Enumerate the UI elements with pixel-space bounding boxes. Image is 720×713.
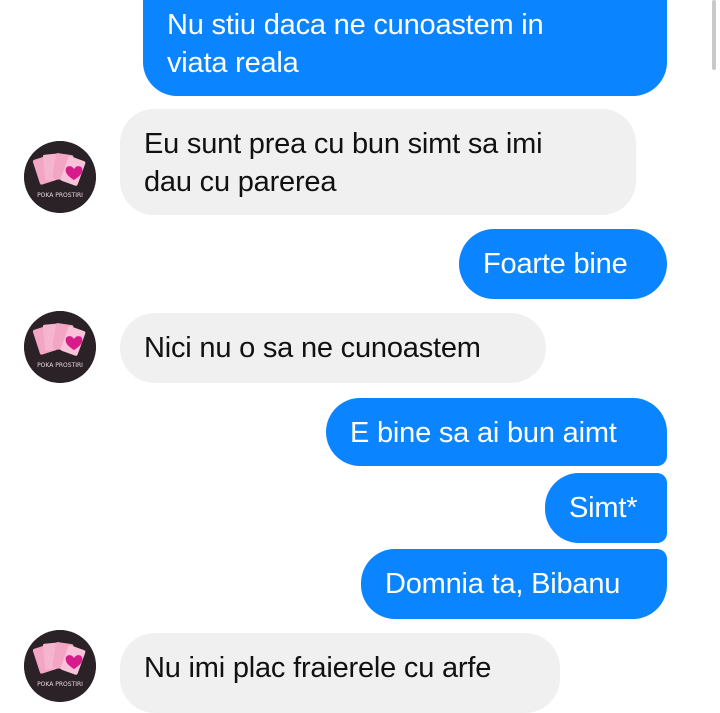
sent-message-bubble[interactable]: Nu stiu daca ne cunoastem in viata reala bbox=[143, 0, 667, 96]
avatar-caption: POKA PROSTIRI bbox=[37, 681, 83, 688]
playing-cards-heart-icon: POKA PROSTIRI bbox=[24, 630, 96, 702]
contact-avatar[interactable]: POKA PROSTIRI bbox=[24, 630, 96, 702]
playing-cards-heart-icon: POKA PROSTIRI bbox=[24, 311, 96, 383]
received-message-bubble[interactable]: Nici nu o sa ne cunoastem bbox=[120, 313, 546, 383]
contact-avatar[interactable]: POKA PROSTIRI bbox=[24, 311, 96, 383]
sent-message-bubble[interactable]: Domnia ta, Bibanu bbox=[361, 549, 667, 619]
playing-cards-heart-icon: POKA PROSTIRI bbox=[24, 141, 96, 213]
contact-avatar[interactable]: POKA PROSTIRI bbox=[24, 141, 96, 213]
message-thread[interactable]: Nu stiu daca ne cunoastem in viata reala… bbox=[0, 0, 720, 713]
sent-message-bubble[interactable]: Foarte bine bbox=[459, 229, 667, 299]
scrollbar[interactable] bbox=[712, 0, 716, 70]
avatar-caption: POKA PROSTIRI bbox=[37, 192, 83, 199]
received-message-bubble[interactable]: Eu sunt prea cu bun simt sa imi dau cu p… bbox=[120, 109, 636, 215]
received-message-bubble[interactable]: Nu imi plac fraierele cu arfe bbox=[120, 633, 560, 713]
sent-message-bubble[interactable]: E bine sa ai bun aimt bbox=[326, 398, 667, 466]
sent-message-bubble[interactable]: Simt* bbox=[545, 473, 667, 543]
avatar-caption: POKA PROSTIRI bbox=[37, 362, 83, 369]
